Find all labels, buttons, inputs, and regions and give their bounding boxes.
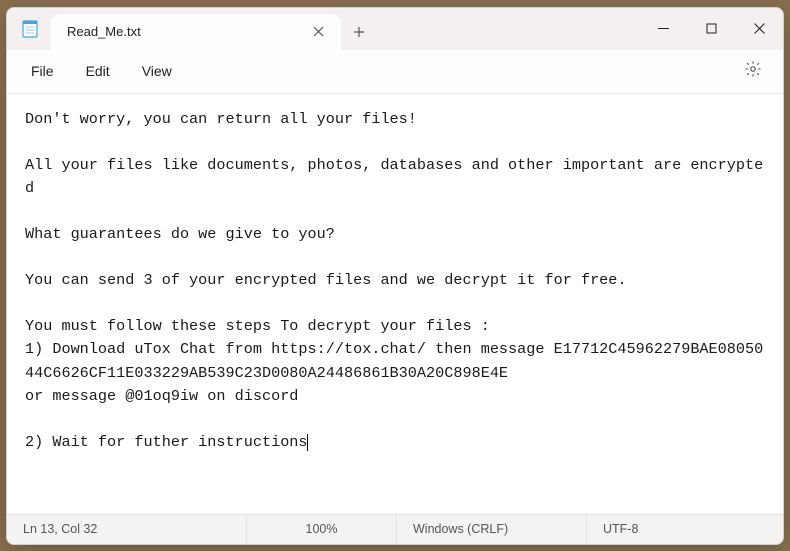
notepad-icon bbox=[21, 20, 39, 38]
tab-active[interactable]: Read_Me.txt bbox=[51, 14, 341, 50]
maximize-button[interactable] bbox=[687, 8, 735, 50]
status-encoding: UTF-8 bbox=[587, 515, 783, 544]
notepad-window: Read_Me.txt File Edit View bbox=[6, 7, 784, 545]
minimize-button[interactable] bbox=[639, 8, 687, 50]
menu-edit[interactable]: Edit bbox=[70, 57, 126, 85]
editor-content: Don't worry, you can return all your fil… bbox=[25, 110, 763, 451]
statusbar: Ln 13, Col 32 100% Windows (CRLF) UTF-8 bbox=[7, 514, 783, 544]
menubar: File Edit View bbox=[7, 50, 783, 94]
settings-button[interactable] bbox=[737, 55, 769, 87]
tab-title: Read_Me.txt bbox=[67, 24, 305, 39]
close-window-button[interactable] bbox=[735, 8, 783, 50]
text-editor[interactable]: Don't worry, you can return all your fil… bbox=[7, 94, 783, 514]
titlebar: Read_Me.txt bbox=[7, 8, 783, 50]
new-tab-button[interactable] bbox=[341, 14, 377, 50]
text-caret bbox=[307, 434, 308, 451]
status-line-ending: Windows (CRLF) bbox=[397, 515, 587, 544]
menu-file[interactable]: File bbox=[15, 57, 70, 85]
status-cursor-position: Ln 13, Col 32 bbox=[7, 515, 247, 544]
status-zoom[interactable]: 100% bbox=[247, 515, 397, 544]
gear-icon bbox=[744, 60, 762, 83]
close-tab-button[interactable] bbox=[305, 19, 331, 45]
menu-view[interactable]: View bbox=[126, 57, 188, 85]
window-controls bbox=[639, 8, 783, 50]
